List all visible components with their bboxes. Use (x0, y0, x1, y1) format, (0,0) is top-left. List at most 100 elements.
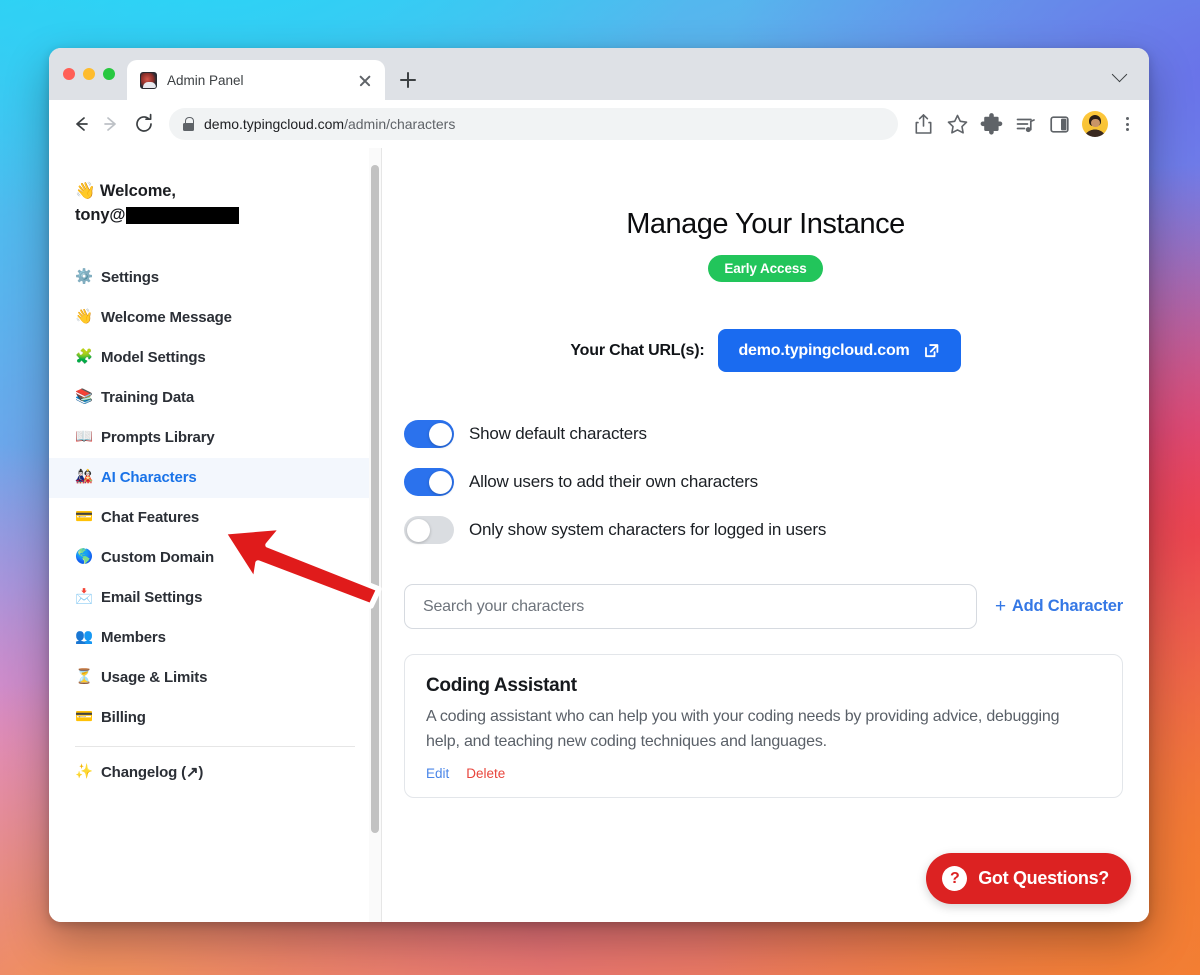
tab-strip: Admin Panel (49, 48, 1149, 100)
credit-card-icon: 💳 (75, 709, 93, 726)
sidebar: 👋 Welcome, tony@ ⚙️ Settings 👋 Welcome M… (49, 148, 382, 922)
sidebar-item-members[interactable]: 👥 Members (49, 618, 381, 658)
sidebar-item-chat-features[interactable]: 💳 Chat Features (49, 498, 381, 538)
sidebar-item-prompts-library[interactable]: 📖 Prompts Library (49, 418, 381, 458)
browser-toolbar: demo.typingcloud.com/admin/characters (49, 100, 1149, 148)
sidebar-item-label: Settings (101, 268, 159, 286)
toggle-show-default-characters[interactable] (404, 420, 454, 448)
sidebar-item-label: AI Characters (101, 468, 197, 486)
open-book-icon: 📖 (75, 429, 93, 446)
page-title: Manage Your Instance (626, 208, 905, 240)
back-arrow-icon[interactable] (65, 109, 95, 139)
share-icon[interactable] (908, 109, 939, 140)
main-panel: Manage Your Instance Early Access Your C… (382, 148, 1149, 922)
three-dot-menu-icon[interactable] (1115, 109, 1139, 139)
books-icon: 📚 (75, 389, 93, 406)
sidebar-item-billing[interactable]: 💳 Billing (49, 698, 381, 738)
card-icon: 💳 (75, 509, 93, 526)
toggle-allow-users-add-characters[interactable] (404, 468, 454, 496)
sidebar-item-label: Billing (101, 708, 146, 726)
toggle-knob (406, 518, 430, 542)
character-card: Coding Assistant A coding assistant who … (404, 654, 1123, 798)
external-link-icon (924, 344, 938, 358)
bookmark-star-icon[interactable] (942, 109, 973, 140)
toggle-only-system-characters-logged-in[interactable] (404, 516, 454, 544)
toggle-knob (428, 422, 452, 446)
browser-window: Admin Panel demo.typingcloud.com/admin/c… (49, 48, 1149, 922)
sidebar-nav: ⚙️ Settings 👋 Welcome Message 🧩 Model Se… (49, 258, 381, 793)
toggle-row: Allow users to add their own characters (404, 468, 1149, 496)
plus-icon: + (994, 596, 1006, 617)
question-mark-icon: ? (942, 866, 968, 891)
sidebar-item-model-settings[interactable]: 🧩 Model Settings (49, 338, 381, 378)
toggle-list: Show default characters Allow users to a… (404, 420, 1149, 544)
sidebar-divider (75, 745, 355, 747)
extensions-puzzle-icon[interactable] (976, 109, 1007, 140)
got-questions-label: Got Questions? (978, 868, 1109, 888)
close-tab-icon[interactable] (355, 70, 375, 90)
sidebar-item-training-data[interactable]: 📚 Training Data (49, 378, 381, 418)
people-icon: 👥 (75, 629, 93, 646)
sidebar-item-custom-domain[interactable]: 🌎 Custom Domain (49, 538, 381, 578)
character-name: Coding Assistant (426, 675, 577, 696)
new-tab-button[interactable] (393, 65, 423, 95)
side-panel-icon[interactable] (1044, 109, 1075, 140)
gear-icon: ⚙️ (75, 269, 93, 286)
address-host: demo.typingcloud.com (204, 116, 345, 132)
character-actions: Edit Delete (426, 766, 1101, 781)
toggle-label: Only show system characters for logged i… (469, 520, 827, 539)
toggle-knob (428, 470, 452, 494)
toggle-label: Show default characters (469, 424, 647, 443)
sidebar-item-ai-characters[interactable]: 🎎 AI Characters (49, 457, 381, 498)
sidebar-item-label: Model Settings (101, 348, 206, 366)
sidebar-item-welcome-message[interactable]: 👋 Welcome Message (49, 298, 381, 338)
maximize-window-button[interactable] (103, 68, 115, 80)
toggle-row: Show default characters (404, 420, 1149, 448)
close-window-button[interactable] (63, 68, 75, 80)
search-input[interactable] (404, 584, 977, 629)
sidebar-item-usage-limits[interactable]: ⏳ Usage & Limits (49, 658, 381, 698)
got-questions-button[interactable]: ? Got Questions? (926, 853, 1131, 904)
sidebar-item-email-settings[interactable]: 📩 Email Settings (49, 578, 381, 618)
welcome-greeting: 👋 Welcome, (75, 182, 176, 200)
page-content: 👋 Welcome, tony@ ⚙️ Settings 👋 Welcome M… (49, 148, 1149, 922)
puzzle-piece-icon: 🧩 (75, 349, 93, 366)
chat-url-button[interactable]: demo.typingcloud.com (718, 329, 961, 372)
chat-url-button-label: demo.typingcloud.com (738, 341, 910, 359)
reload-icon[interactable] (129, 109, 159, 139)
browser-tab[interactable]: Admin Panel (127, 60, 385, 100)
minimize-window-button[interactable] (83, 68, 95, 80)
delete-character-link[interactable]: Delete (466, 766, 505, 781)
character-description: A coding assistant who can help you with… (426, 708, 1060, 750)
sidebar-item-label: Training Data (101, 388, 195, 406)
profile-avatar[interactable] (1082, 111, 1108, 137)
sidebar-item-settings[interactable]: ⚙️ Settings (49, 258, 381, 298)
toolbar-icon-group (908, 109, 1139, 140)
sidebar-scrollbar-thumb[interactable] (371, 165, 379, 833)
tab-title: Admin Panel (167, 72, 244, 88)
toggle-row: Only show system characters for logged i… (404, 516, 1149, 544)
sidebar-item-changelog[interactable]: ✨ Changelog (↗) (49, 753, 381, 793)
toggle-label: Allow users to add their own characters (469, 472, 758, 491)
sidebar-item-label: Changelog (↗) (101, 763, 204, 781)
add-character-label: Add Character (1011, 597, 1123, 615)
chevron-down-icon[interactable] (1107, 60, 1133, 86)
address-bar-url: demo.typingcloud.com/admin/characters (204, 116, 455, 132)
dolls-icon: 🎎 (75, 469, 93, 486)
forward-arrow-icon[interactable] (97, 109, 127, 139)
sidebar-item-label: Email Settings (101, 588, 203, 606)
sparkles-icon: ✨ (75, 764, 93, 781)
sidebar-item-label: Members (101, 628, 166, 646)
address-bar[interactable]: demo.typingcloud.com/admin/characters (169, 108, 898, 140)
add-character-button[interactable]: + Add Character (995, 597, 1123, 616)
sidebar-item-label: Prompts Library (101, 428, 215, 446)
brain-favicon (140, 71, 157, 89)
search-row: + Add Character (404, 584, 1123, 629)
media-playlist-icon[interactable] (1010, 109, 1041, 140)
hourglass-icon: ⏳ (75, 669, 93, 686)
sidebar-scrollbar-track[interactable] (369, 148, 381, 922)
sidebar-item-label: Chat Features (101, 508, 200, 526)
sidebar-item-label: Usage & Limits (101, 668, 208, 686)
welcome-email-prefix: tony@ (75, 205, 126, 224)
edit-character-link[interactable]: Edit (426, 766, 449, 781)
